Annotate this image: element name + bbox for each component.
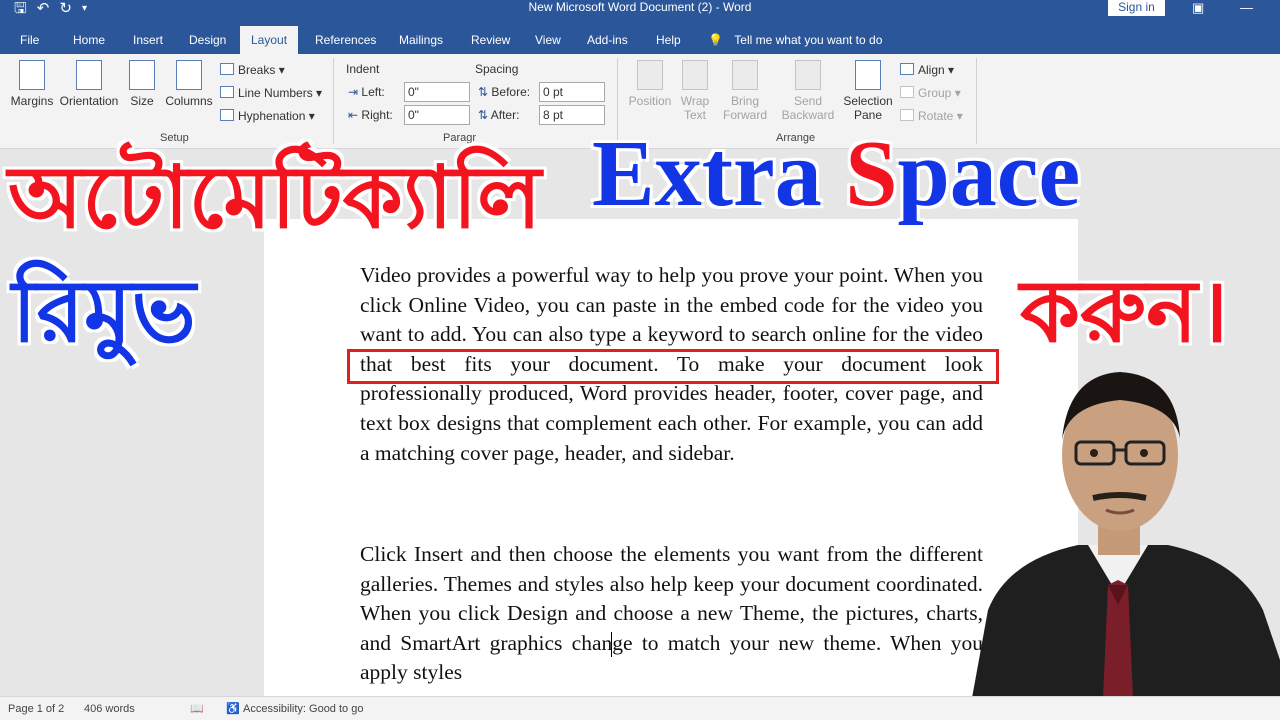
margins-icon bbox=[19, 60, 45, 90]
tab-review[interactable]: Review bbox=[463, 26, 518, 54]
tab-references[interactable]: References bbox=[307, 26, 384, 54]
tell-me-search[interactable]: 💡 Tell me what you want to do bbox=[708, 26, 882, 54]
size-button[interactable]: Size bbox=[126, 60, 158, 108]
document-paragraph-2[interactable]: Click Insert and then choose the element… bbox=[360, 540, 983, 696]
spacing-before-input[interactable]: 0 pt bbox=[539, 82, 605, 102]
hyphenation-button[interactable]: Hyphenation ▾ bbox=[220, 108, 315, 124]
indent-left-label: ⇥ Left: bbox=[348, 85, 385, 99]
size-icon bbox=[129, 60, 155, 90]
indent-label: Indent bbox=[346, 62, 380, 76]
send-backward-icon bbox=[795, 60, 821, 90]
hyphenation-icon bbox=[220, 109, 234, 121]
spacing-label: Spacing bbox=[475, 62, 519, 76]
accessibility-icon[interactable]: ♿ bbox=[226, 702, 240, 716]
accessibility-status[interactable]: Accessibility: Good to go bbox=[243, 702, 363, 716]
line-numbers-icon bbox=[220, 86, 234, 98]
ribbon-tabs: File Home Insert Design Layout Reference… bbox=[0, 26, 1280, 54]
selection-pane-label: Selection bbox=[843, 94, 893, 108]
lightbulb-icon: 💡 bbox=[708, 33, 723, 47]
align-icon bbox=[900, 63, 914, 75]
indent-left-icon: ⇥ bbox=[348, 85, 359, 99]
columns-label: Columns bbox=[165, 94, 213, 108]
selection-pane-button[interactable]: Selection Pane bbox=[840, 60, 896, 122]
title-bar: 🖫 ↶ ↻ ▾ New Microsoft Word Document (2) … bbox=[0, 0, 1280, 26]
hyphenation-label: Hyphenation bbox=[238, 109, 306, 123]
tell-me-label: Tell me what you want to do bbox=[734, 33, 883, 47]
minimize-icon[interactable]: — bbox=[1240, 0, 1253, 15]
overlay-extra-word: Extra bbox=[592, 122, 846, 226]
wrap-text-label: Wrap bbox=[680, 94, 710, 108]
bring-forward-button[interactable]: Bring Forward bbox=[716, 60, 774, 122]
tab-view[interactable]: View bbox=[527, 26, 569, 54]
line-numbers-button[interactable]: Line Numbers ▾ bbox=[220, 85, 322, 101]
page-count[interactable]: Page 1 of 2 bbox=[8, 702, 64, 716]
columns-icon bbox=[176, 60, 202, 90]
margins-button[interactable]: Margins bbox=[8, 60, 56, 108]
orientation-label: Orientation bbox=[59, 94, 119, 108]
orientation-button[interactable]: Orientation bbox=[58, 60, 120, 108]
indent-right-icon: ⇤ bbox=[348, 108, 359, 122]
indent-right-label: ⇤ Right: bbox=[348, 108, 393, 122]
overlay-s-letter: S bbox=[845, 122, 898, 226]
send-backward-button[interactable]: Send Backward bbox=[776, 60, 840, 122]
orientation-icon bbox=[76, 60, 102, 90]
tab-design[interactable]: Design bbox=[181, 26, 234, 54]
word-count[interactable]: 406 words bbox=[84, 702, 135, 716]
tab-home[interactable]: Home bbox=[65, 26, 113, 54]
position-label: Position bbox=[628, 94, 672, 108]
status-bar: Page 1 of 2 406 words 📖 ♿ Accessibility:… bbox=[0, 696, 1280, 720]
margins-label: Margins bbox=[10, 94, 54, 108]
bring-forward-label: Bring bbox=[730, 94, 759, 108]
columns-button[interactable]: Columns bbox=[164, 60, 214, 108]
position-button[interactable]: Position bbox=[626, 60, 674, 108]
window-title: New Microsoft Word Document (2) - Word bbox=[528, 0, 752, 14]
tab-layout[interactable]: Layout bbox=[240, 26, 298, 54]
tab-mailings[interactable]: Mailings bbox=[391, 26, 451, 54]
wrap-text-icon bbox=[682, 60, 708, 90]
group-icon bbox=[900, 86, 914, 98]
spacing-after-label: ⇅ After: bbox=[478, 108, 520, 122]
proofing-icon[interactable]: 📖 bbox=[190, 702, 204, 716]
highlight-box bbox=[347, 349, 999, 384]
indent-right-input[interactable]: 0" bbox=[404, 105, 470, 125]
send-backward-label: Send bbox=[793, 94, 823, 108]
breaks-button[interactable]: Breaks ▾ bbox=[220, 62, 285, 78]
ribbon-display-options-icon[interactable]: ▣ bbox=[1192, 0, 1204, 15]
group-label: Group bbox=[918, 86, 952, 100]
position-icon bbox=[637, 60, 663, 90]
presenter-photo bbox=[968, 372, 1280, 720]
breaks-label: Breaks bbox=[238, 63, 276, 77]
size-label: Size bbox=[130, 94, 154, 108]
align-label: Align bbox=[918, 63, 945, 77]
spacing-before-icon: ⇅ bbox=[478, 85, 489, 99]
sign-in-button[interactable]: Sign in bbox=[1108, 0, 1165, 16]
overlay-english-title: Extra Space bbox=[592, 120, 1080, 228]
tab-help[interactable]: Help bbox=[648, 26, 689, 54]
tab-insert[interactable]: Insert bbox=[125, 26, 171, 54]
align-button[interactable]: Align ▾ bbox=[900, 62, 954, 78]
tab-add-ins[interactable]: Add-ins bbox=[579, 26, 636, 54]
tab-file[interactable]: File bbox=[12, 26, 47, 54]
text-cursor bbox=[611, 632, 612, 657]
breaks-icon bbox=[220, 63, 234, 75]
group-button[interactable]: Group ▾ bbox=[900, 85, 961, 101]
line-numbers-label: Line Numbers bbox=[238, 86, 313, 100]
wrap-text-button[interactable]: Wrap Text bbox=[678, 60, 712, 122]
overlay-pace-word: pace bbox=[897, 122, 1081, 226]
selection-pane-icon bbox=[855, 60, 881, 90]
bring-forward-icon bbox=[732, 60, 758, 90]
indent-left-input[interactable]: 0" bbox=[404, 82, 470, 102]
overlay-bengali-line-2: রিমুভ bbox=[12, 262, 196, 362]
spacing-before-label: ⇅ Before: bbox=[478, 85, 531, 99]
spacing-after-icon: ⇅ bbox=[478, 108, 489, 122]
